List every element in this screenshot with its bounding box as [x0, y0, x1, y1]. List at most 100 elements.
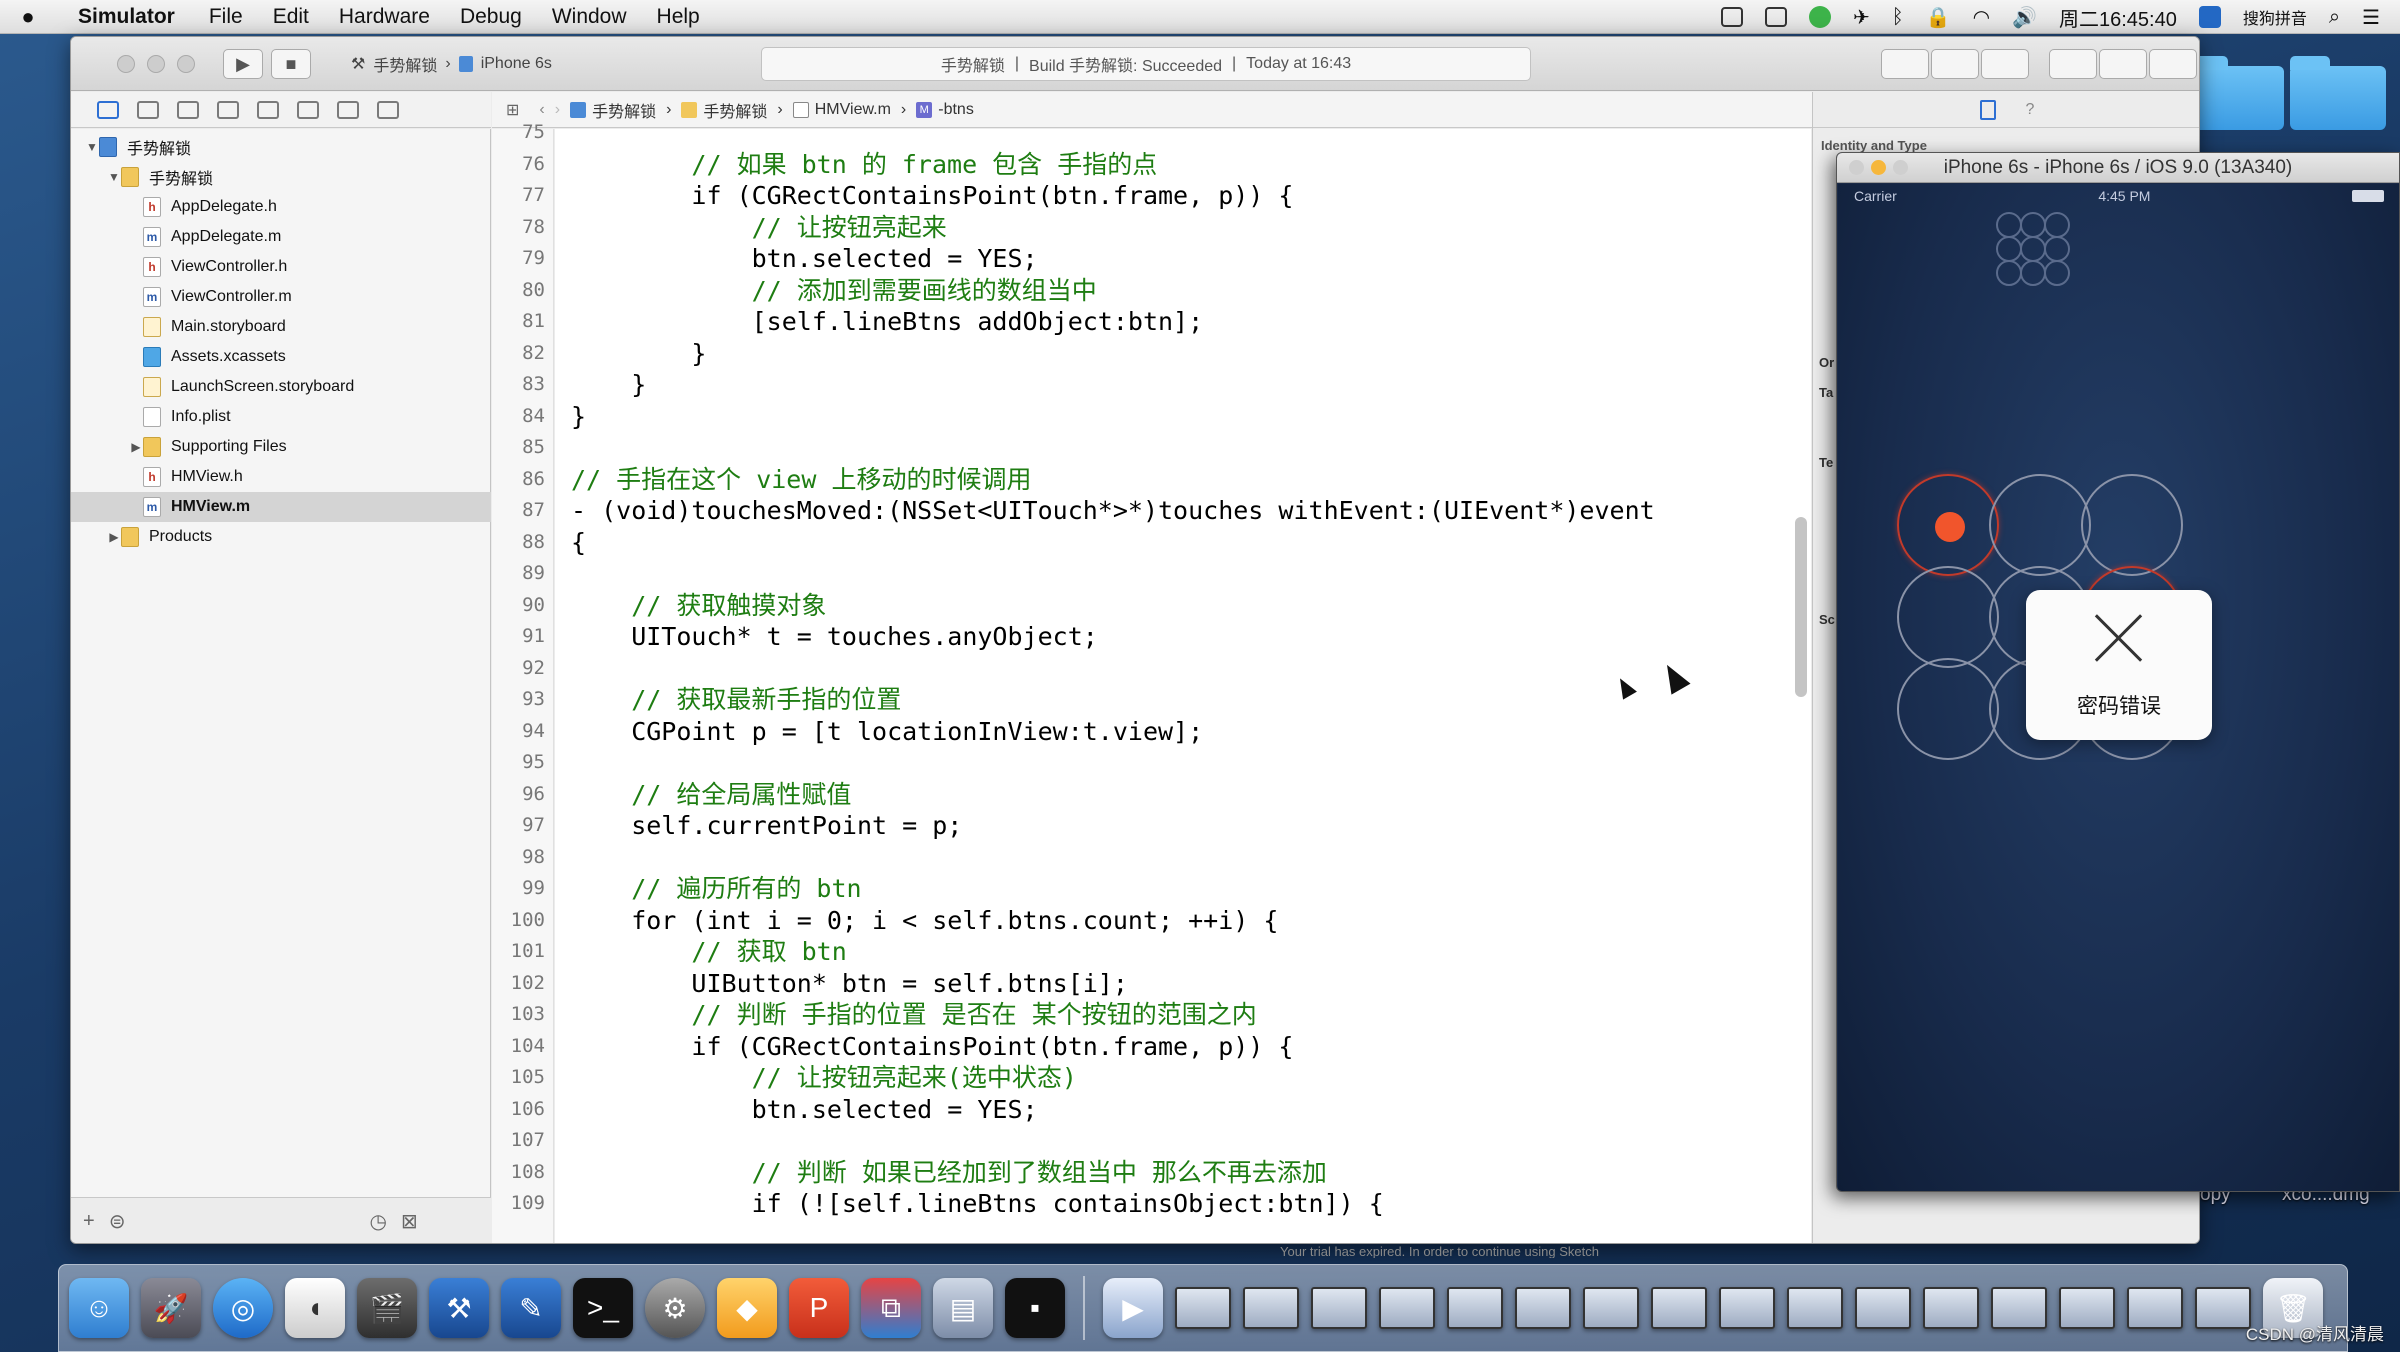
- preview-icon[interactable]: ▤: [933, 1278, 993, 1338]
- stop-button[interactable]: ■: [271, 49, 311, 79]
- menu-hardware[interactable]: Hardware: [339, 5, 430, 29]
- jump-crumb-project[interactable]: 手势解锁: [570, 98, 656, 122]
- symbol-navigator-icon[interactable]: [137, 100, 159, 119]
- navigator-item[interactable]: m HMView.m: [71, 492, 491, 522]
- navigator-item[interactable]: m AppDelegate.m: [71, 222, 491, 252]
- code-line[interactable]: [self.lineBtns addObject:btn];: [571, 306, 1204, 338]
- input-method-label[interactable]: 搜狗拼音: [2243, 5, 2307, 29]
- navigator-item[interactable]: ▼ 手势解锁: [71, 132, 491, 162]
- standard-editor-button[interactable]: [1881, 49, 1929, 79]
- back-icon[interactable]: ‹: [539, 101, 544, 119]
- gesture-button[interactable]: [1897, 474, 1999, 576]
- navigator-item[interactable]: m ViewController.m: [71, 282, 491, 312]
- file-inspector-icon[interactable]: [1979, 99, 1996, 120]
- code-line[interactable]: - (void)touchesMoved:(NSSet<UITouch*>*)t…: [571, 495, 1655, 527]
- code-line[interactable]: }: [571, 401, 586, 433]
- toggle-navigator-button[interactable]: [2049, 49, 2097, 79]
- minimized-window-thumbnail[interactable]: [1447, 1287, 1503, 1329]
- disclosure-triangle-icon[interactable]: ▼: [107, 170, 121, 184]
- gesture-button[interactable]: [1989, 474, 2091, 576]
- minimized-window-thumbnail[interactable]: [1991, 1287, 2047, 1329]
- gesture-button[interactable]: [1897, 566, 1999, 668]
- filter-icon[interactable]: ⊜: [109, 1209, 126, 1234]
- navigator-item[interactable]: Assets.xcassets: [71, 342, 491, 372]
- code-line[interactable]: {: [571, 527, 586, 559]
- project-navigator-icon[interactable]: [97, 100, 119, 119]
- desktop-folder-icon[interactable]: [2290, 56, 2386, 130]
- minimized-window-thumbnail[interactable]: [1787, 1287, 1843, 1329]
- jump-crumb-method[interactable]: M -btns: [916, 101, 974, 119]
- test-navigator-icon[interactable]: [257, 100, 279, 119]
- finder-icon[interactable]: ☺: [69, 1278, 129, 1338]
- minimized-window-thumbnail[interactable]: [1175, 1287, 1231, 1329]
- clock[interactable]: 周二16:45:40: [2059, 3, 2177, 32]
- code-comment-line[interactable]: // 添加到需要画线的数组当中: [571, 275, 1097, 307]
- report-navigator-icon[interactable]: [377, 100, 399, 119]
- apple-menu-icon[interactable]: ●: [0, 4, 56, 30]
- simulator-dock-icon[interactable]: ▶: [1103, 1278, 1163, 1338]
- navigator-item[interactable]: ▶ Supporting Files: [71, 432, 491, 462]
- toggle-utilities-button[interactable]: [2149, 49, 2197, 79]
- code-line[interactable]: }: [571, 369, 646, 401]
- navigator-item[interactable]: ▼ 手势解锁: [71, 162, 491, 192]
- add-file-icon[interactable]: +: [83, 1210, 95, 1233]
- minimized-window-thumbnail[interactable]: [1311, 1287, 1367, 1329]
- code-line[interactable]: }: [571, 338, 706, 370]
- code-line[interactable]: CGPoint p = [t locationInView:t.view];: [571, 716, 1203, 748]
- minimized-window-thumbnail[interactable]: [2059, 1287, 2115, 1329]
- code-comment-line[interactable]: // 获取最新手指的位置: [571, 684, 901, 716]
- assistant-editor-button[interactable]: [1931, 49, 1979, 79]
- disclosure-triangle-icon[interactable]: ▶: [107, 530, 121, 544]
- disclosure-triangle-icon[interactable]: ▼: [85, 140, 99, 154]
- jump-crumb-file[interactable]: HMView.m: [792, 101, 891, 119]
- mouse-app-icon[interactable]: ◖: [285, 1278, 345, 1338]
- code-comment-line[interactable]: // 遍历所有的 btn: [571, 873, 861, 905]
- minimized-window-thumbnail[interactable]: [2195, 1287, 2251, 1329]
- screen-capture-icon[interactable]: ⧉: [861, 1278, 921, 1338]
- navigator-item[interactable]: h AppDelegate.h: [71, 192, 491, 222]
- navigator-item[interactable]: ▶ Products: [71, 522, 491, 552]
- screen-mirror-icon[interactable]: [1720, 7, 1743, 27]
- run-button[interactable]: ▶: [223, 49, 263, 79]
- input-method-icon[interactable]: [2198, 6, 2221, 28]
- menu-window[interactable]: Window: [552, 5, 627, 29]
- disclosure-triangle-icon[interactable]: ▶: [129, 440, 143, 454]
- device-screen[interactable]: Carrier 4:45 PM 密码错误: [1838, 184, 2399, 1191]
- console-icon[interactable]: ▪: [1005, 1278, 1065, 1338]
- navigator-item[interactable]: LaunchScreen.storyboard: [71, 372, 491, 402]
- notification-center-icon[interactable]: ☰: [2362, 5, 2380, 30]
- zoom-window-icon[interactable]: [177, 55, 195, 73]
- toggle-debug-area-button[interactable]: [2099, 49, 2147, 79]
- minimized-window-thumbnail[interactable]: [1651, 1287, 1707, 1329]
- zoom-window-icon[interactable]: [1893, 160, 1908, 175]
- minimized-window-thumbnail[interactable]: [2127, 1287, 2183, 1329]
- minimized-window-thumbnail[interactable]: [1583, 1287, 1639, 1329]
- close-window-icon[interactable]: [1849, 160, 1864, 175]
- wifi-icon[interactable]: ◠: [1973, 5, 1990, 30]
- code-line[interactable]: for (int i = 0; i < self.btns.count; ++i…: [571, 905, 1278, 937]
- editor-scrollbar[interactable]: [1795, 517, 1807, 697]
- code-comment-line[interactable]: // 让按钮亮起来(选中状态): [571, 1062, 1077, 1094]
- quick-help-icon[interactable]: ?: [2026, 101, 2035, 119]
- code-comment-line[interactable]: // 获取 btn: [571, 936, 846, 968]
- keynote-p-icon[interactable]: P: [789, 1278, 849, 1338]
- issue-navigator-icon[interactable]: [217, 100, 239, 119]
- code-line[interactable]: btn.selected = YES;: [571, 1094, 1038, 1126]
- minimized-window-thumbnail[interactable]: [1379, 1287, 1435, 1329]
- spotlight-search-icon[interactable]: ⌕: [2329, 6, 2340, 29]
- code-comment-line[interactable]: // 判断 手指的位置 是否在 某个按钮的范围之内: [571, 999, 1256, 1031]
- forward-icon[interactable]: ›: [555, 101, 560, 119]
- lock-icon[interactable]: 🔒: [1926, 5, 1951, 30]
- launchpad-icon[interactable]: 🚀: [141, 1278, 201, 1338]
- volume-icon[interactable]: 🔊: [2012, 5, 2037, 30]
- status-green-icon[interactable]: [1808, 6, 1831, 28]
- airplane-icon[interactable]: ✈: [1853, 5, 1870, 30]
- minimized-window-thumbnail[interactable]: [1855, 1287, 1911, 1329]
- minimize-window-icon[interactable]: [147, 55, 165, 73]
- code-line[interactable]: UIButton* btn = self.btns[i];: [571, 968, 1128, 1000]
- code-comment-line[interactable]: // 如果 btn 的 frame 包含 手指的点: [571, 149, 1157, 181]
- xcode-icon[interactable]: ⚒: [429, 1278, 489, 1338]
- instruments-icon[interactable]: ✎: [501, 1278, 561, 1338]
- code-comment-line[interactable]: // 让按钮亮起来: [571, 212, 947, 244]
- scheme-selector[interactable]: ⚒ 手势解锁 › iPhone 6s: [351, 49, 552, 79]
